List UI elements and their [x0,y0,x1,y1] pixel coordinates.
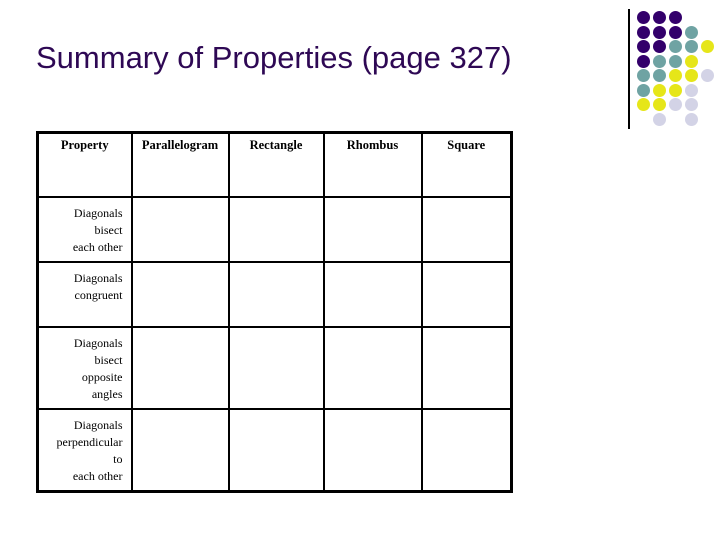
table-row: Diagonals bisect each other [36,196,513,263]
dot-grid-dot-yellow [685,54,698,68]
dot-grid-dot-yellow [669,83,682,97]
dot-grid-dot-teal [637,69,650,82]
column-header-parallelogram: Parallelogram [130,131,230,198]
cell-rhombus[interactable] [322,408,423,493]
table-row: Diagonals perpendicular to each other [36,408,513,493]
cell-rhombus[interactable] [322,261,423,328]
cell-square[interactable] [420,408,513,493]
dot-grid-dot-yellow [685,69,698,82]
property-label-line: Diagonals [73,418,123,432]
column-header-rectangle: Rectangle [227,131,325,198]
property-label-line: bisect [94,353,123,367]
table-row: Diagonals bisect opposite angles [36,326,513,410]
property-label-line: congruent [74,288,123,302]
dot-grid-dots [637,11,717,127]
dot-grid-dot-teal [653,54,666,68]
dot-grid-dot-lavender [685,112,698,126]
dot-grid-dot-purple [669,25,682,39]
column-header-property: Property [36,131,133,198]
dot-grid-dot-yellow [669,69,682,82]
dot-grid-dot-yellow [701,40,714,53]
dot-grid-dot-yellow [653,98,666,111]
property-label-line: Diagonals [73,336,123,350]
cell-rectangle[interactable] [227,408,325,493]
cell-rectangle[interactable] [227,261,325,328]
cell-rhombus[interactable] [322,326,423,410]
property-label-cell: Diagonals bisect opposite angles [36,326,133,410]
dot-grid-dot-purple [637,54,650,68]
dot-grid-dot-yellow [653,83,666,97]
column-header-rhombus: Rhombus [322,131,423,198]
cell-parallelogram[interactable] [130,196,230,263]
property-label-cell: Diagonals perpendicular to each other [36,408,133,493]
dot-grid-dot-teal [637,83,650,97]
property-label-line: perpendicular [56,435,123,449]
cell-parallelogram[interactable] [130,326,230,410]
quadrilateral-properties-table: Property Parallelogram Rectangle Rhombus… [36,131,513,493]
property-label-line: opposite [81,370,123,384]
property-label-line: Diagonals [73,206,123,220]
page-title: Summary of Properties (page 327) [36,40,512,75]
cell-rectangle[interactable] [227,326,325,410]
property-label-line: bisect [94,223,123,237]
dot-grid-dot-teal [653,69,666,82]
table-row: Diagonals congruent [36,261,513,328]
property-label-line: each other [72,469,123,483]
dot-grid-dot-purple [637,40,650,53]
dot-grid-dot-teal [669,54,682,68]
dot-grid-dot-teal [685,40,698,53]
property-label-cell: Diagonals bisect each other [36,196,133,263]
cell-parallelogram[interactable] [130,408,230,493]
cell-parallelogram[interactable] [130,261,230,328]
dot-grid-dot-purple [637,25,650,39]
dot-grid-dot-purple [653,11,666,24]
cell-square[interactable] [420,326,513,410]
dot-grid-dot-teal [669,40,682,53]
dot-grid-dot-lavender [685,98,698,111]
property-label-line: angles [91,387,123,401]
property-label-line: each other [72,240,123,254]
dot-grid-dot-purple [653,25,666,39]
cell-square[interactable] [420,196,513,263]
property-label-line: to [113,452,123,466]
cell-rectangle[interactable] [227,196,325,263]
dot-grid-dot-yellow [637,98,650,111]
dot-grid-dot-lavender [669,98,682,111]
dot-grid-dot-purple [669,11,682,24]
dot-grid-dot-lavender [685,83,698,97]
decorative-dot-grid [622,4,718,130]
dot-grid-dot-purple [637,11,650,24]
cell-square[interactable] [420,261,513,328]
dot-grid-dot-teal [685,25,698,39]
property-label-cell: Diagonals congruent [36,261,133,328]
cell-rhombus[interactable] [322,196,423,263]
column-header-square: Square [420,131,513,198]
dot-grid-dot-purple [653,40,666,53]
dot-grid-dot-lavender [701,69,714,82]
property-label-line: Diagonals [73,271,123,285]
vertical-rule-divider [628,9,630,129]
dot-grid-dot-lavender [653,112,666,126]
table-header-row: Property Parallelogram Rectangle Rhombus… [36,131,513,198]
